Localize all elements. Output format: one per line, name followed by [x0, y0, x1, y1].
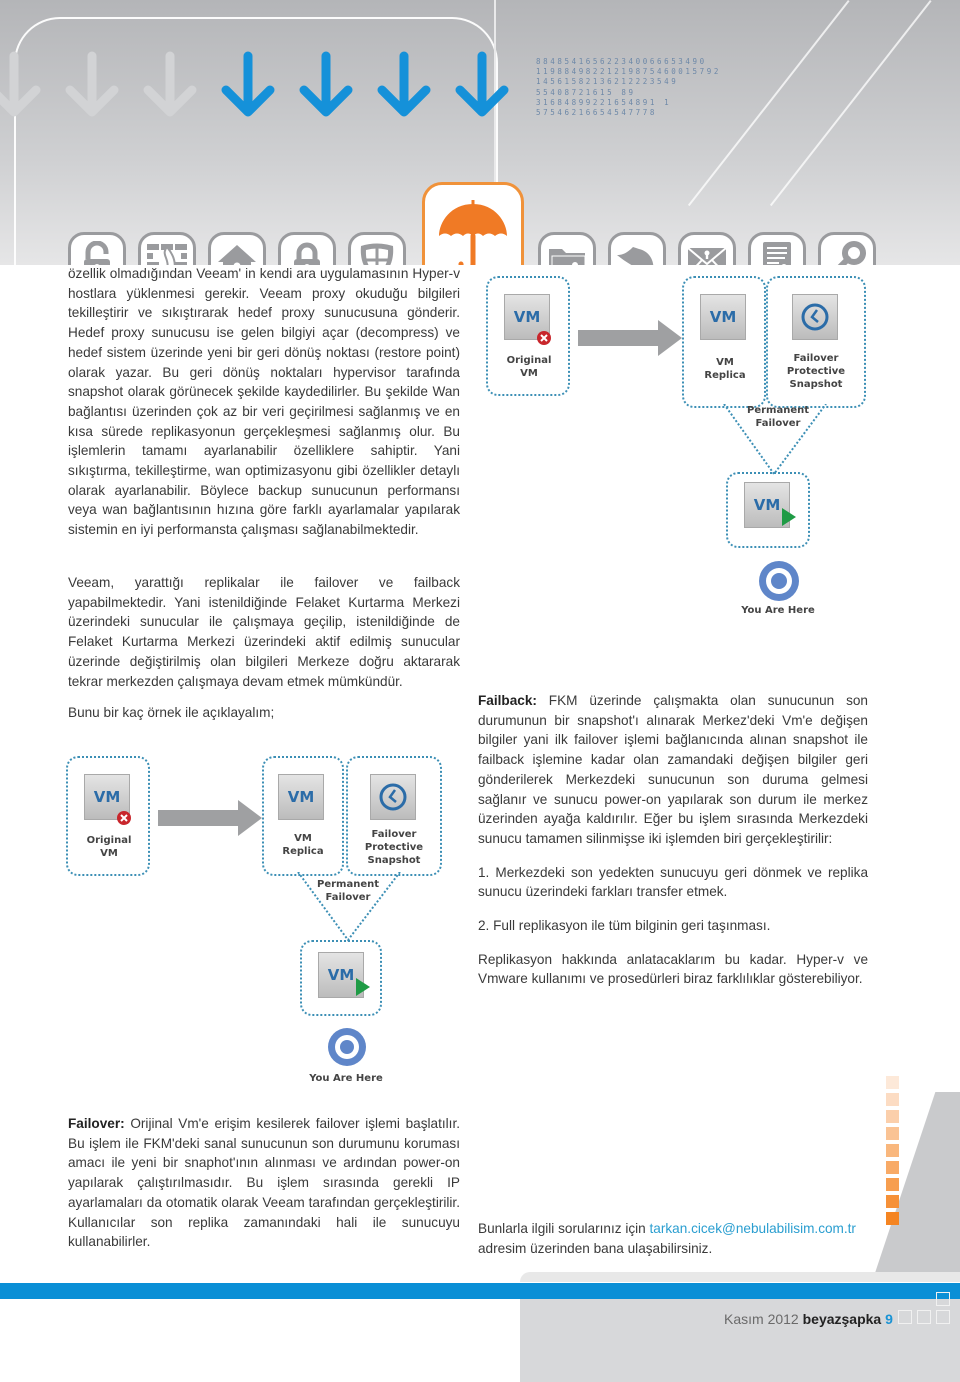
contact-block: Bunlarla ilgili sorularınız için tarkan.…: [478, 1219, 878, 1258]
failover-text: Orijinal Vm'e erişim kesilerek failover …: [68, 1116, 460, 1250]
snapshot-label: Failover Protective Snapshot: [786, 353, 846, 390]
orange-gradient-squares: [886, 1076, 899, 1225]
header-banner: 884854165622340066653490 119884982212198…: [0, 0, 960, 265]
email-link[interactable]: tarkan.cicek@nebulabilisim.com.tr: [650, 1221, 856, 1236]
number-line: 884854165622340066653490: [536, 57, 707, 66]
failover-label: Failover:: [68, 1116, 125, 1131]
helmet-icon: [608, 232, 666, 265]
number-line: 57546216654547778: [536, 108, 657, 118]
square: [886, 1110, 899, 1123]
number-line: 11988498221219875460015792: [536, 67, 721, 77]
original-vm-label: Original VM: [506, 355, 552, 379]
failover-paragraph: Failover: Orijinal Vm'e erişim kesilerek…: [68, 1114, 460, 1252]
arrow-right-icon: [578, 320, 682, 356]
examples-intro: Bunu bir kaç örnek ile açıklayalım;: [68, 705, 275, 721]
contact-suffix: adresim üzerinden bana ulaşabilirsiniz.: [478, 1240, 713, 1256]
failback-paragraph: Failback: FKM üzerinde çalışmakta olan s…: [478, 691, 868, 849]
square: [886, 1076, 899, 1089]
play-icon: [782, 508, 796, 526]
you-are-here-label: You Are Here: [309, 1073, 383, 1084]
snapshot-label: Failover Protective Snapshot: [364, 829, 424, 866]
arrow-row: [0, 50, 516, 120]
home-lock-icon: [208, 232, 266, 265]
footer-background: [520, 1272, 960, 1282]
number-line: 55408721615 89: [536, 87, 636, 97]
arrow-down-icon: [377, 51, 431, 117]
square: [886, 1161, 899, 1174]
magazine-brand: beyazşapka: [802, 1311, 882, 1327]
failover-intro: Veeam, yarattığı replikalar ile failover…: [68, 573, 460, 723]
envelope-lock-icon: [678, 232, 736, 265]
shield-icon: [348, 232, 406, 265]
number-line: 31684899221654891 1: [536, 97, 672, 107]
arrow-down-icon: [0, 51, 41, 117]
vm-replica-label: VM Replica: [282, 833, 324, 857]
target-icon: [759, 561, 799, 601]
clock-icon: [370, 774, 416, 820]
document-lock-icon: [748, 232, 806, 265]
clock-icon: [792, 294, 838, 340]
error-icon: [537, 331, 551, 345]
padlock-open-icon: [68, 232, 126, 265]
footer-blue-bar: [0, 1283, 960, 1299]
square: [886, 1178, 899, 1191]
square: [886, 1195, 899, 1208]
square: [886, 1093, 899, 1106]
key-icon: [818, 232, 876, 265]
failover-section: Failover: Orijinal Vm'e erişim kesilerek…: [68, 1114, 460, 1252]
right-column: Failback: FKM üzerinde çalışmakta olan s…: [478, 691, 868, 989]
arrow-down-icon: [65, 51, 119, 117]
square: [936, 1292, 950, 1306]
square: [886, 1127, 899, 1140]
square: [936, 1310, 950, 1324]
failover-failback-paragraph: Veeam, yarattığı replikalar ile failover…: [68, 575, 460, 689]
vm-replica-label: VM Replica: [704, 357, 746, 381]
contact-paragraph: Bunlarla ilgili sorularınız için tarkan.…: [478, 1219, 878, 1258]
intro-paragraph: özellik olmadığından Veeam' in kendi ara…: [68, 266, 460, 538]
number-block: 884854165622340066653490 119884982212198…: [536, 57, 721, 118]
closing-paragraph: Replikasyon hakkında anlatacaklarım bu k…: [478, 951, 868, 987]
number-line: 14561582136212223549: [536, 77, 679, 87]
failover-diagram-1: VM Original VM VM VM Replica Failover Pr…: [486, 270, 898, 630]
failback-text: FKM üzerinde çalışmakta olan sunucunun s…: [478, 693, 868, 846]
error-icon: [117, 811, 131, 825]
square: [886, 1144, 899, 1157]
security-icon-row: [68, 180, 876, 265]
page-number: 9: [885, 1311, 893, 1327]
folder-lock-icon: [538, 232, 596, 265]
contact-prefix: Bunlarla ilgili sorularınız için: [478, 1221, 650, 1236]
arrow-right-icon: [158, 800, 262, 836]
target-icon: [328, 1028, 366, 1066]
failover-diagram-2: VM Original VM VM VM Replica Failover Pr…: [66, 756, 478, 1096]
list-item: 2. Full replikasyon ile tüm bilginin ger…: [478, 918, 771, 934]
issue-date: Kasım 2012: [724, 1311, 799, 1327]
page-footer: Kasım 2012 beyazşapka 9: [724, 1311, 893, 1327]
arrow-down-icon: [455, 51, 509, 117]
decorative-line: [769, 0, 932, 207]
vm-icon: VM: [278, 774, 324, 820]
firewall-icon: [138, 232, 196, 265]
square: [898, 1310, 912, 1324]
play-icon: [356, 978, 370, 996]
original-vm-label: Original VM: [86, 835, 132, 859]
square: [917, 1310, 931, 1324]
umbrella-icon: [422, 182, 524, 265]
connector-lines: [297, 872, 401, 942]
list-item: 1. Merkezdeki son yedekten sunucuyu geri…: [478, 864, 868, 900]
square: [886, 1212, 899, 1225]
connector-lines: [723, 404, 827, 476]
padlock-closed-icon: [278, 232, 336, 265]
arrow-down-icon: [221, 51, 275, 117]
you-are-here-label: You Are Here: [741, 605, 815, 616]
arrow-down-icon: [143, 51, 197, 117]
left-column: özellik olmadığından Veeam' in kendi ara…: [68, 264, 460, 540]
arrow-down-icon: [299, 51, 353, 117]
failback-label: Failback:: [478, 693, 537, 708]
vm-icon: VM: [700, 294, 746, 340]
